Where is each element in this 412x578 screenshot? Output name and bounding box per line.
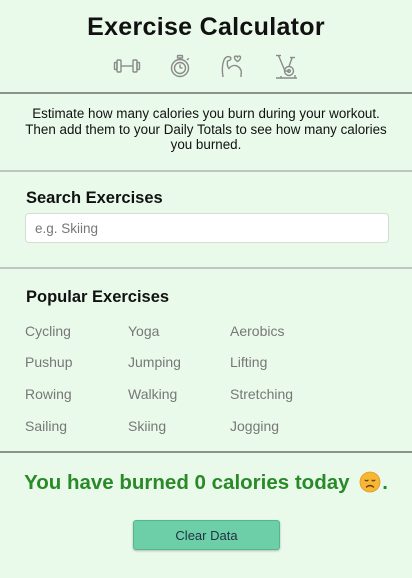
exercise-link-yoga[interactable]: Yoga xyxy=(128,323,159,339)
divider xyxy=(0,451,412,453)
exercise-link-aerobics[interactable]: Aerobics xyxy=(230,323,284,339)
header-icons xyxy=(0,52,412,80)
search-input[interactable] xyxy=(25,213,389,243)
exercise-link-walking[interactable]: Walking xyxy=(128,386,177,402)
summary-prefix: You have burned xyxy=(24,471,189,494)
summary-period: . xyxy=(382,471,388,494)
summary-suffix: calories today xyxy=(211,471,350,494)
exercise-bike-icon xyxy=(272,52,300,80)
exercise-link-rowing[interactable]: Rowing xyxy=(25,386,72,402)
dumbbell-icon xyxy=(113,52,141,80)
exercise-link-stretching[interactable]: Stretching xyxy=(230,386,293,402)
calories-burned-summary: You have burned 0 calories today . xyxy=(0,471,412,499)
exercise-link-cycling[interactable]: Cycling xyxy=(25,323,71,339)
divider xyxy=(0,170,412,172)
intro-description: Estimate how many calories you burn duri… xyxy=(25,106,387,152)
calories-count: 0 xyxy=(194,471,206,494)
page-title: Exercise Calculator xyxy=(87,13,325,41)
app-header: Exercise Calculator xyxy=(0,0,412,93)
exercise-link-pushup[interactable]: Pushup xyxy=(25,354,72,370)
divider xyxy=(0,92,412,94)
exercise-link-jumping[interactable]: Jumping xyxy=(128,354,181,370)
stopwatch-icon xyxy=(166,52,194,80)
exercise-link-lifting[interactable]: Lifting xyxy=(230,354,267,370)
search-heading: Search Exercises xyxy=(26,189,163,207)
exercise-link-jogging[interactable]: Jogging xyxy=(230,418,279,434)
divider xyxy=(0,267,412,269)
exercise-link-skiing[interactable]: Skiing xyxy=(128,418,166,434)
sad-face-icon xyxy=(359,471,381,499)
exercise-link-sailing[interactable]: Sailing xyxy=(25,418,67,434)
clear-data-button[interactable]: Clear Data xyxy=(133,520,280,550)
popular-exercises-heading: Popular Exercises xyxy=(26,288,170,306)
flexing-heart-icon xyxy=(219,52,247,80)
